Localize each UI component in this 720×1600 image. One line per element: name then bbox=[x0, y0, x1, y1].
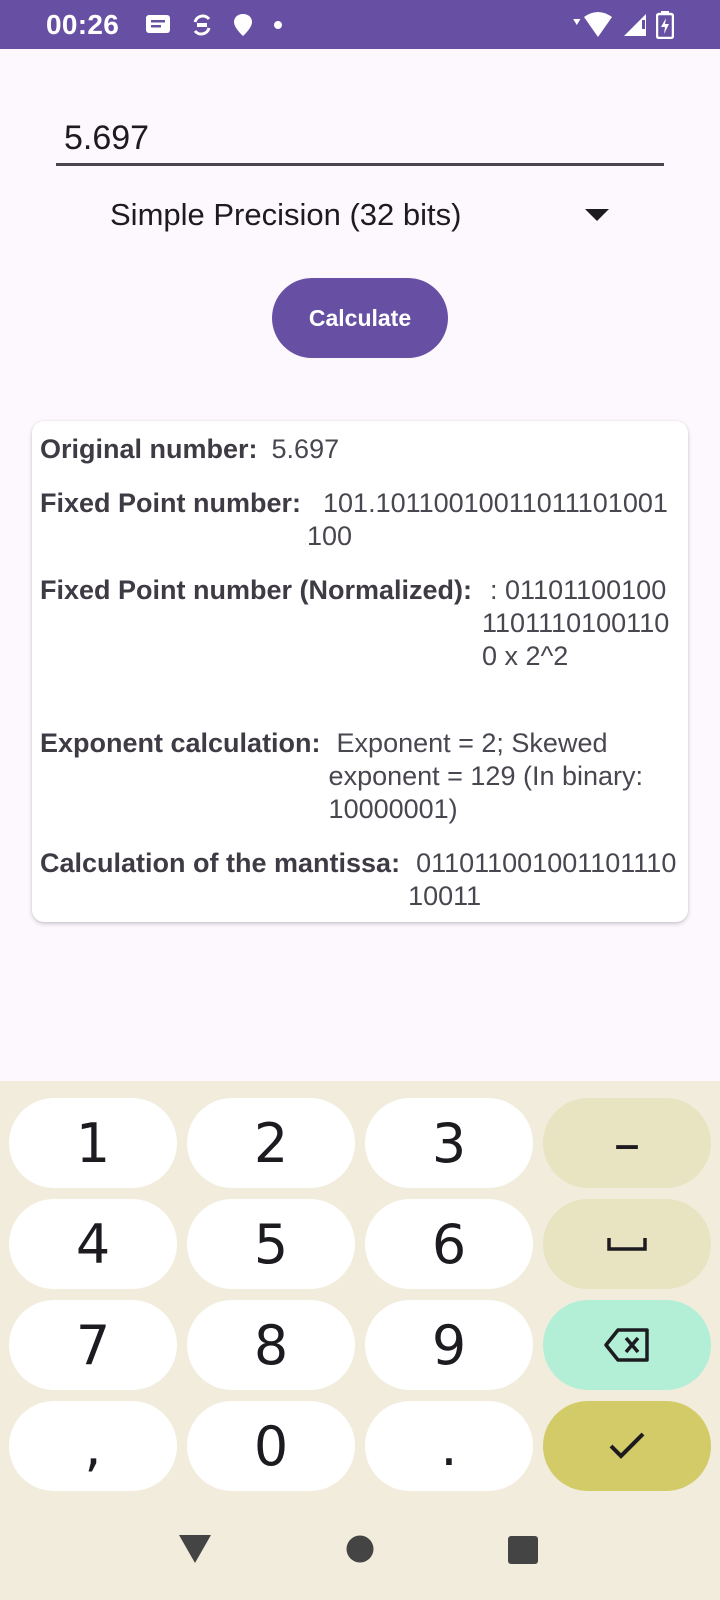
back-icon[interactable] bbox=[178, 1534, 212, 1569]
notification-icons bbox=[145, 13, 283, 37]
key-1[interactable]: 1 bbox=[9, 1098, 177, 1188]
exponent-value: Exponent = 2; Skewed exponent = 129 (In … bbox=[328, 728, 644, 824]
backspace-icon bbox=[604, 1328, 649, 1362]
checkmark-icon bbox=[609, 1432, 645, 1459]
battery-charging-icon bbox=[656, 10, 674, 39]
key-comma[interactable]: , bbox=[9, 1401, 177, 1491]
sync-icon bbox=[191, 13, 213, 37]
dropdown-arrow-icon bbox=[584, 208, 610, 227]
key-9[interactable]: 9 bbox=[365, 1300, 533, 1390]
key-space[interactable] bbox=[543, 1199, 711, 1289]
exponent-label: Exponent calculation: bbox=[40, 728, 321, 758]
location-icon bbox=[233, 13, 253, 37]
key-2[interactable]: 2 bbox=[187, 1098, 355, 1188]
original-number-row: Original number: 5.697 bbox=[40, 433, 680, 466]
normalized-value: : 0110110010011011101001100 x 2^2 bbox=[482, 575, 670, 671]
key-6[interactable]: 6 bbox=[365, 1199, 533, 1289]
number-input[interactable] bbox=[56, 112, 664, 163]
mantissa-value: 01101100100110111010011 bbox=[408, 848, 677, 911]
result-card: Original number: 5.697 Fixed Point numbe… bbox=[32, 421, 688, 922]
system-icons bbox=[572, 10, 674, 39]
key-period[interactable]: . bbox=[365, 1401, 533, 1491]
status-time: 00:26 bbox=[46, 8, 120, 40]
space-icon bbox=[607, 1238, 647, 1251]
wifi-icon bbox=[572, 11, 614, 39]
fixed-point-label: Fixed Point number: bbox=[40, 488, 302, 518]
key-0[interactable]: 0 bbox=[187, 1401, 355, 1491]
calculate-button[interactable]: Calculate bbox=[272, 278, 448, 358]
key-5[interactable]: 5 bbox=[187, 1199, 355, 1289]
dot-icon bbox=[273, 20, 283, 30]
precision-selected-label: Simple Precision (32 bits) bbox=[110, 197, 462, 232]
original-number-value: 5.697 bbox=[271, 434, 340, 464]
normalized-label: Fixed Point number (Normalized): bbox=[40, 575, 473, 605]
fixed-point-value: 101.10110010011011101001100 bbox=[307, 488, 668, 551]
mantissa-label: Calculation of the mantissa: bbox=[40, 848, 401, 878]
navigation-bar bbox=[0, 1500, 720, 1600]
key-backspace[interactable] bbox=[543, 1300, 711, 1390]
status-bar: 00:26 bbox=[0, 0, 720, 49]
home-icon[interactable] bbox=[346, 1535, 374, 1568]
exponent-row: Exponent calculation: Exponent = 2; Skew… bbox=[40, 727, 680, 826]
cell-signal-icon bbox=[622, 12, 648, 38]
recents-icon[interactable] bbox=[508, 1536, 538, 1569]
key-7[interactable]: 7 bbox=[9, 1300, 177, 1390]
key-3[interactable]: 3 bbox=[365, 1098, 533, 1188]
key-8[interactable]: 8 bbox=[187, 1300, 355, 1390]
key-minus[interactable]: – bbox=[543, 1098, 711, 1188]
normalized-row: Fixed Point number (Normalized): : 01101… bbox=[40, 574, 680, 673]
key-4[interactable]: 4 bbox=[9, 1199, 177, 1289]
key-done[interactable] bbox=[543, 1401, 711, 1491]
message-icon bbox=[145, 14, 171, 36]
number-input-container bbox=[56, 112, 664, 166]
mantissa-row: Calculation of the mantissa: 01101100100… bbox=[40, 847, 680, 913]
fixed-point-row: Fixed Point number: 101.1011001001101110… bbox=[40, 487, 680, 553]
original-number-label: Original number: bbox=[40, 434, 258, 464]
precision-dropdown[interactable]: Simple Precision (32 bits) bbox=[110, 190, 610, 240]
